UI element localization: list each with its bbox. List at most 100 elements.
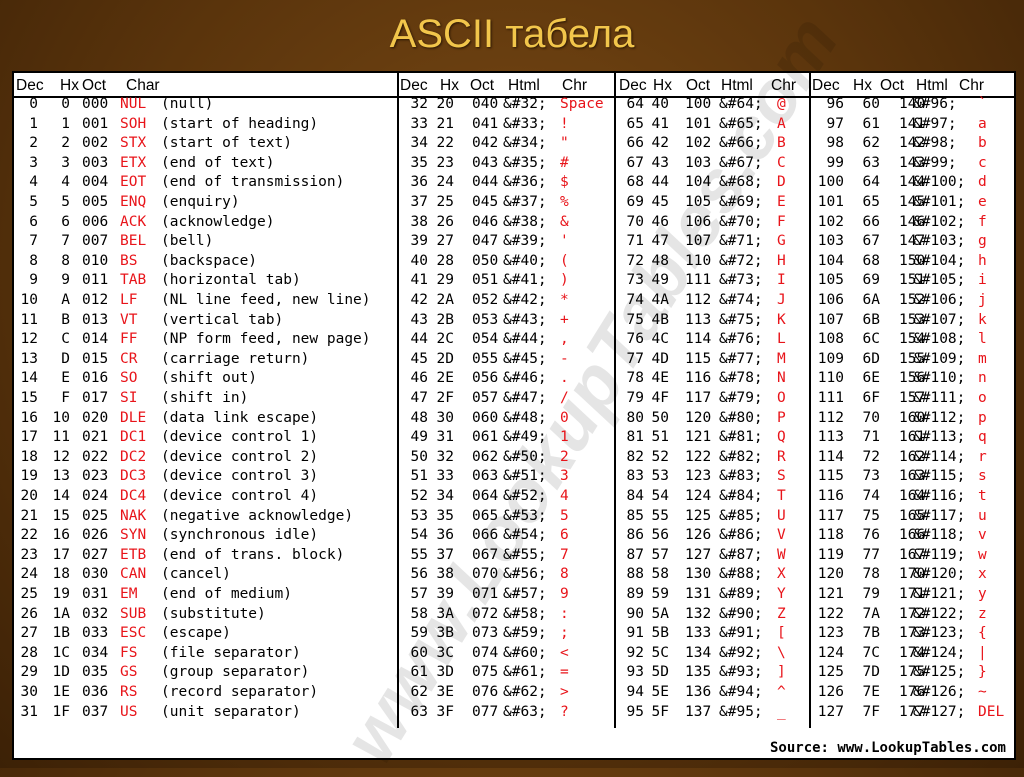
- cell-dec: 41: [410, 272, 428, 289]
- cell-html: &#36;: [503, 174, 547, 191]
- cell-html: &#98;: [913, 135, 957, 152]
- column-header: Hx: [440, 77, 459, 94]
- cell-dec: 108: [817, 331, 844, 348]
- cell-oct: 075: [472, 664, 499, 681]
- cell-dec: 55: [410, 546, 428, 563]
- cell-html: &#72;: [719, 252, 763, 269]
- column-header: Dec: [812, 77, 840, 94]
- cell-chr: x: [978, 566, 987, 583]
- cell-hex: 51: [651, 429, 669, 446]
- cell-dec: 81: [626, 429, 644, 446]
- cell-hex: 2D: [436, 350, 454, 367]
- cell-chr: M: [777, 350, 786, 367]
- cell-hex: 39: [436, 586, 454, 602]
- cell-oct: 001: [82, 115, 109, 132]
- cell-oct: 101: [685, 115, 712, 132]
- cell-dec: 4: [29, 174, 38, 191]
- cell-dec: 15: [20, 390, 38, 406]
- cell-description: (bell): [161, 233, 214, 250]
- cell-hex: 8: [61, 252, 70, 269]
- cell-hex: 19: [52, 586, 70, 602]
- cell-html: &#121;: [913, 586, 966, 602]
- cell-hex: 28: [436, 252, 454, 269]
- cell-hex: 7E: [862, 684, 880, 700]
- cell-oct: 017: [82, 390, 109, 406]
- cell-html: &#56;: [503, 566, 547, 583]
- cell-oct: 052: [472, 292, 499, 308]
- cell-char: DC4: [120, 488, 147, 504]
- cell-dec: 76: [626, 331, 644, 348]
- cell-oct: 112: [685, 292, 712, 308]
- cell-dec: 100: [817, 174, 844, 191]
- cell-dec: 78: [626, 370, 644, 387]
- source-credit: Source: www.LookupTables.com: [769, 740, 1006, 756]
- cell-dec: 51: [410, 468, 428, 485]
- cell-chr: #: [560, 154, 569, 171]
- cell-chr: T: [777, 488, 786, 504]
- cell-html: &#92;: [719, 644, 763, 661]
- cell-dec: 62: [410, 684, 428, 700]
- cell-hex: 70: [862, 409, 880, 426]
- cell-html: &#125;: [913, 664, 966, 681]
- cell-oct: 012: [82, 292, 109, 308]
- cell-oct: 070: [472, 566, 499, 583]
- cell-html: &#120;: [913, 566, 966, 583]
- cell-chr: E: [777, 194, 786, 210]
- cell-dec: 58: [410, 605, 428, 622]
- cell-html: &#105;: [913, 272, 966, 289]
- cell-hex: 1F: [52, 703, 70, 720]
- cell-dec: 117: [817, 507, 844, 524]
- cell-hex: 6D: [862, 350, 880, 367]
- cell-char: ESC: [120, 625, 147, 642]
- cell-hex: 1D: [52, 664, 70, 681]
- cell-chr: *: [560, 292, 569, 308]
- cell-chr: I: [777, 272, 786, 289]
- cell-hex: 6C: [862, 331, 880, 348]
- cell-hex: 2: [61, 135, 70, 152]
- cell-dec: 61: [410, 664, 428, 681]
- cell-oct: 045: [472, 194, 499, 210]
- cell-char: RS: [120, 684, 138, 700]
- cell-oct: 031: [82, 586, 109, 602]
- cell-html: &#96;: [913, 96, 957, 112]
- cell-char: NAK: [120, 507, 147, 524]
- cell-hex: 4F: [651, 390, 669, 406]
- cell-oct: 025: [82, 507, 109, 524]
- cell-char: DC3: [120, 468, 147, 485]
- cell-dec: 3: [29, 154, 38, 171]
- cell-chr: ?: [560, 703, 569, 720]
- cell-chr: Y: [777, 586, 786, 602]
- cell-hex: 31: [436, 429, 454, 446]
- cell-description: (shift out): [161, 370, 258, 387]
- cell-hex: 4A: [651, 292, 669, 308]
- cell-dec: 102: [817, 213, 844, 230]
- cell-html: &#69;: [719, 194, 763, 210]
- cell-char: FS: [120, 644, 138, 661]
- cell-dec: 70: [626, 213, 644, 230]
- cell-oct: 026: [82, 527, 109, 544]
- cell-oct: 113: [685, 311, 712, 328]
- cell-dec: 28: [20, 644, 38, 661]
- cell-oct: 134: [685, 644, 712, 661]
- cell-html: &#90;: [719, 605, 763, 622]
- slide-title: ASCII табела: [389, 12, 635, 56]
- cell-hex: 65: [862, 194, 880, 210]
- cell-char: FF: [120, 331, 138, 348]
- cell-chr: f: [978, 213, 987, 230]
- cell-hex: 3E: [436, 684, 454, 700]
- cell-chr: ~: [978, 684, 987, 700]
- cell-oct: 057: [472, 390, 499, 406]
- cell-html: &#53;: [503, 507, 547, 524]
- cell-char: ETB: [120, 546, 147, 563]
- cell-dec: 40: [410, 252, 428, 269]
- cell-hex: 68: [862, 252, 880, 269]
- cell-dec: 114: [817, 448, 844, 465]
- cell-html: &#86;: [719, 527, 763, 544]
- cell-html: &#101;: [913, 194, 966, 210]
- cell-dec: 66: [626, 135, 644, 152]
- cell-hex: 72: [862, 448, 880, 465]
- cell-chr: ': [560, 233, 569, 250]
- cell-description: (substitute): [161, 605, 266, 622]
- cell-html: &#127;: [913, 703, 966, 720]
- cell-dec: 22: [20, 527, 38, 544]
